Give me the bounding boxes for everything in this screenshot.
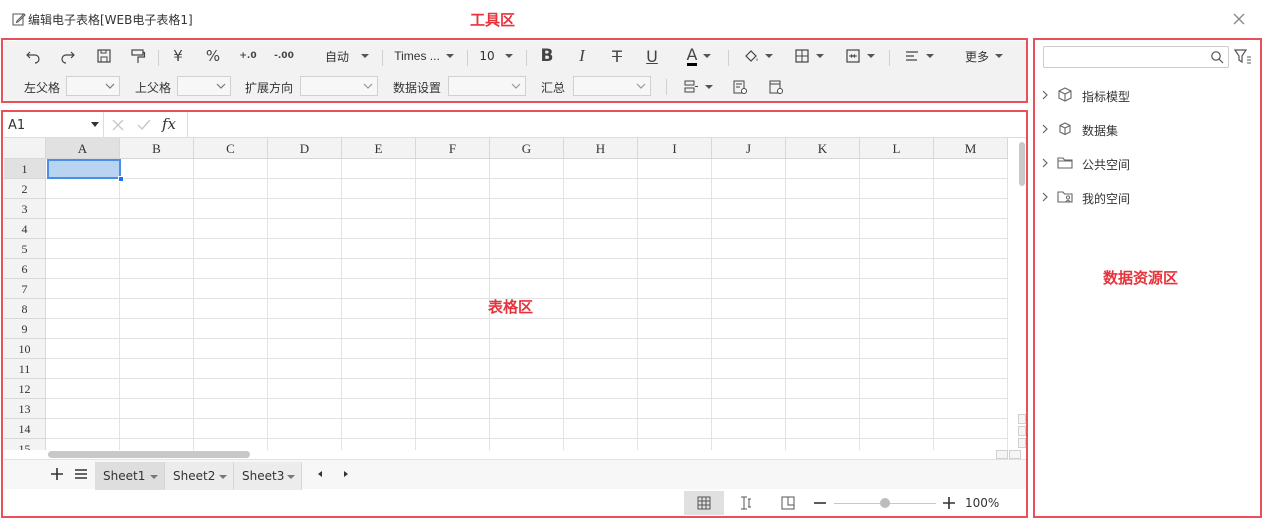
spreadsheet-editor-window: 编辑电子表格[WEB电子表格1] 工具区 ¥ % +.0 -.00 自动 Tim…: [0, 0, 1263, 518]
grid-region-frame: [1, 110, 1028, 518]
close-icon[interactable]: [1230, 10, 1248, 28]
toolbar-region-label: 工具区: [470, 11, 516, 29]
title-bar: 编辑电子表格[WEB电子表格1] 工具区: [0, 0, 1263, 38]
window-title: 编辑电子表格[WEB电子表格1]: [28, 13, 193, 27]
edit-icon: [12, 13, 26, 26]
data-source-region-frame: [1033, 38, 1262, 518]
toolbar-region-frame: [1, 38, 1028, 103]
